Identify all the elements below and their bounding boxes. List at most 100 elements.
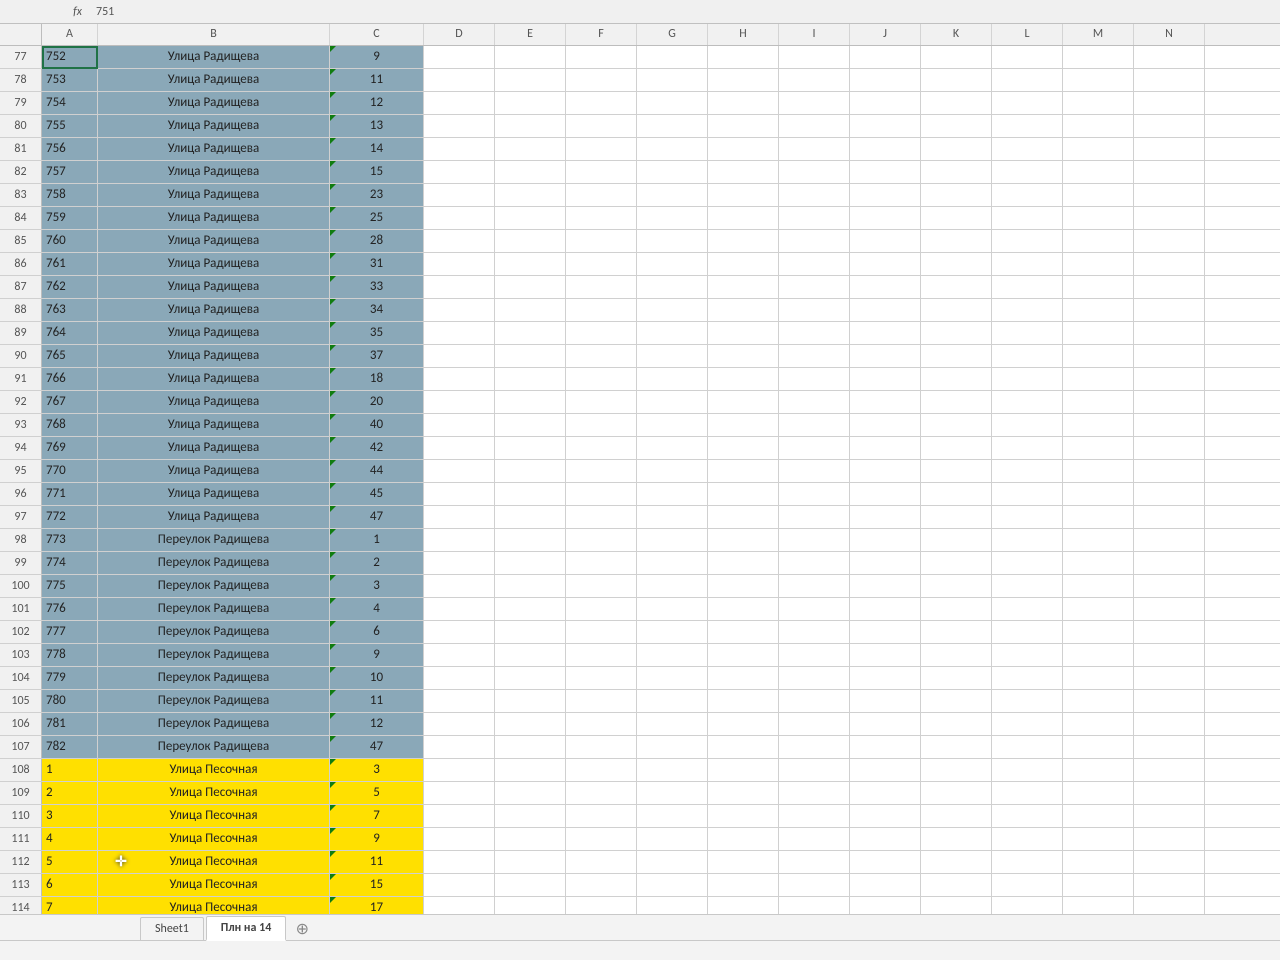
cell[interactable] <box>992 575 1063 597</box>
cell[interactable] <box>708 184 779 206</box>
cell[interactable]: 781 <box>42 713 98 735</box>
cell[interactable] <box>921 276 992 298</box>
cell[interactable] <box>992 713 1063 735</box>
cell[interactable] <box>1134 437 1205 459</box>
cell[interactable] <box>424 92 495 114</box>
cell[interactable] <box>921 368 992 390</box>
table-row[interactable]: 96771Улица Радищева45 <box>0 483 1280 506</box>
cell[interactable]: 31 <box>330 253 424 275</box>
cell[interactable] <box>424 575 495 597</box>
cell[interactable] <box>921 667 992 689</box>
cell[interactable]: 772 <box>42 506 98 528</box>
column-header-A[interactable]: A <box>42 24 98 45</box>
cell[interactable]: 776 <box>42 598 98 620</box>
cell[interactable] <box>637 161 708 183</box>
cell[interactable] <box>1063 460 1134 482</box>
row-header[interactable]: 107 <box>0 736 42 758</box>
row-header[interactable]: 81 <box>0 138 42 160</box>
row-header[interactable]: 111 <box>0 828 42 850</box>
table-row[interactable]: 101776Переулок Радищева4 <box>0 598 1280 621</box>
cell[interactable]: Улица Радищева <box>98 483 330 505</box>
cell[interactable]: Улица Радищева <box>98 138 330 160</box>
cell[interactable] <box>566 644 637 666</box>
cell[interactable] <box>637 414 708 436</box>
cell[interactable] <box>495 506 566 528</box>
cell[interactable] <box>1063 782 1134 804</box>
cell[interactable] <box>779 736 850 758</box>
cell[interactable] <box>779 161 850 183</box>
cell[interactable] <box>708 713 779 735</box>
cell[interactable] <box>708 736 779 758</box>
cell[interactable] <box>495 322 566 344</box>
cell[interactable] <box>1134 69 1205 91</box>
spreadsheet-grid[interactable]: ABCDEFGHIJKLMN 77752Улица Радищева978753… <box>0 24 1280 914</box>
cell[interactable] <box>1063 506 1134 528</box>
cell[interactable] <box>495 621 566 643</box>
cell[interactable] <box>992 483 1063 505</box>
cell[interactable] <box>1134 552 1205 574</box>
cell[interactable] <box>495 138 566 160</box>
cell[interactable] <box>495 759 566 781</box>
cell[interactable] <box>850 46 921 68</box>
cell[interactable] <box>424 736 495 758</box>
cell[interactable]: Переулок Радищева <box>98 713 330 735</box>
cell[interactable] <box>779 299 850 321</box>
cell[interactable] <box>992 598 1063 620</box>
cell[interactable] <box>779 437 850 459</box>
formula-value[interactable]: 751 <box>90 5 114 19</box>
cell[interactable] <box>850 874 921 896</box>
cell[interactable] <box>424 437 495 459</box>
cell[interactable]: Улица Радищева <box>98 46 330 68</box>
cell[interactable] <box>1134 828 1205 850</box>
column-header-J[interactable]: J <box>850 24 921 45</box>
cell[interactable] <box>566 460 637 482</box>
table-row[interactable]: 78753Улица Радищева11 <box>0 69 1280 92</box>
cell[interactable] <box>1063 161 1134 183</box>
cell[interactable] <box>495 46 566 68</box>
cell[interactable] <box>1063 897 1134 914</box>
table-row[interactable]: 94769Улица Радищева42 <box>0 437 1280 460</box>
column-header-I[interactable]: I <box>779 24 850 45</box>
cell[interactable]: 9 <box>330 46 424 68</box>
cell[interactable] <box>921 552 992 574</box>
cell[interactable] <box>424 299 495 321</box>
cell[interactable] <box>1063 115 1134 137</box>
cell[interactable] <box>850 529 921 551</box>
cell[interactable] <box>637 391 708 413</box>
table-row[interactable]: 86761Улица Радищева31 <box>0 253 1280 276</box>
cell[interactable]: 45 <box>330 483 424 505</box>
cell[interactable]: 766 <box>42 368 98 390</box>
row-header[interactable]: 85 <box>0 230 42 252</box>
cell[interactable] <box>992 207 1063 229</box>
cell[interactable] <box>779 644 850 666</box>
cell[interactable]: Переулок Радищева <box>98 598 330 620</box>
table-row[interactable]: 77752Улица Радищева9 <box>0 46 1280 69</box>
cell[interactable] <box>992 322 1063 344</box>
cell[interactable] <box>424 184 495 206</box>
cell[interactable] <box>424 644 495 666</box>
cell[interactable] <box>424 345 495 367</box>
cell[interactable] <box>850 690 921 712</box>
cell[interactable] <box>424 690 495 712</box>
cell[interactable] <box>566 69 637 91</box>
cell[interactable] <box>566 92 637 114</box>
table-row[interactable]: 1125Улица Песочная✛11 <box>0 851 1280 874</box>
cell[interactable] <box>779 851 850 873</box>
cell[interactable] <box>708 460 779 482</box>
cell[interactable] <box>779 414 850 436</box>
cell[interactable]: Улица Песочная <box>98 897 330 914</box>
cell[interactable] <box>566 483 637 505</box>
cell[interactable] <box>1134 598 1205 620</box>
cell[interactable] <box>566 138 637 160</box>
cell[interactable]: Улица Песочная <box>98 828 330 850</box>
row-header[interactable]: 114 <box>0 897 42 914</box>
cell[interactable] <box>1134 92 1205 114</box>
cell[interactable] <box>708 598 779 620</box>
cell[interactable]: 3 <box>42 805 98 827</box>
cell[interactable]: 1 <box>330 529 424 551</box>
row-header[interactable]: 83 <box>0 184 42 206</box>
cell[interactable]: Улица Песочная <box>98 805 330 827</box>
cell[interactable]: 3 <box>330 575 424 597</box>
cell[interactable] <box>850 161 921 183</box>
cell[interactable]: 767 <box>42 391 98 413</box>
